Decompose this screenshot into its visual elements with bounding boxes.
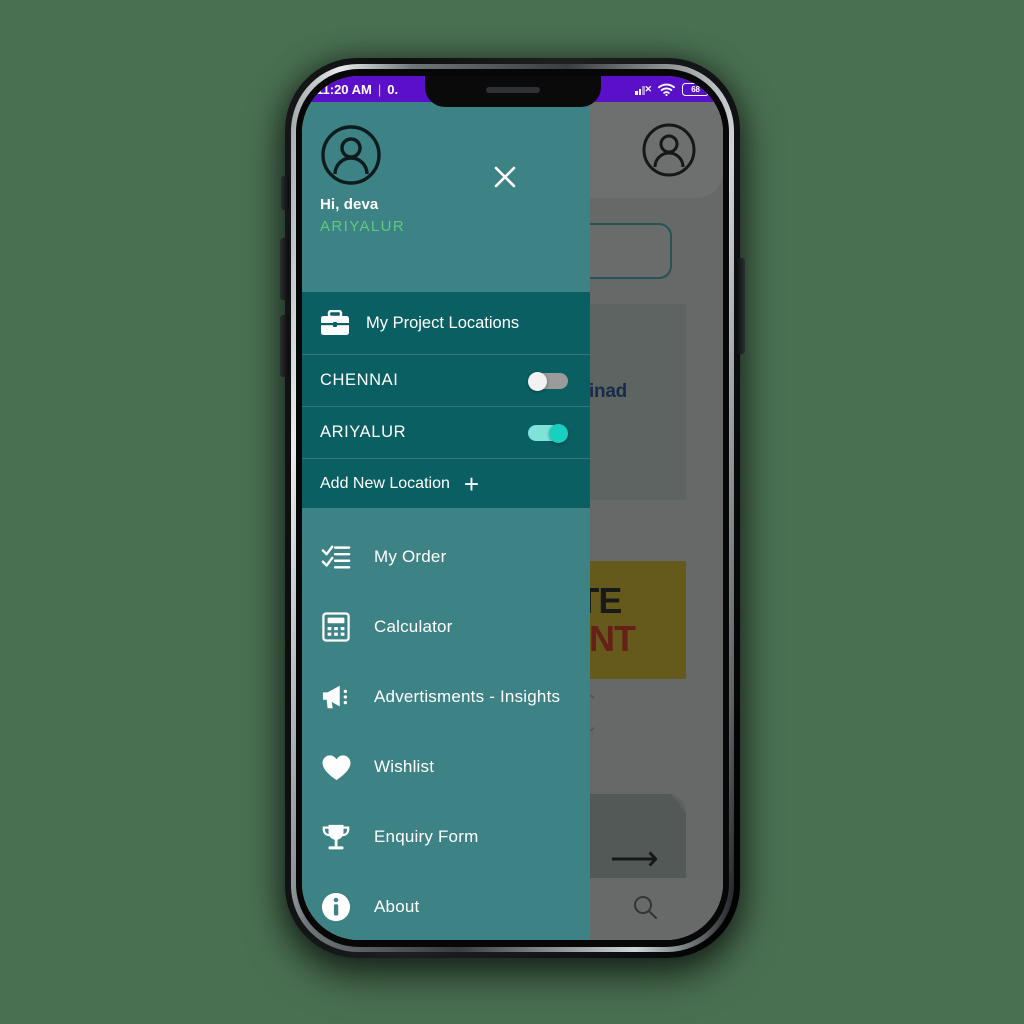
menu-item-my-order[interactable]: My Order	[302, 522, 590, 592]
location-toggle-ariyalur[interactable]	[528, 423, 568, 443]
checklist-icon	[320, 541, 352, 573]
menu-item-label: Advertisments - Insights	[374, 687, 561, 706]
project-locations-title: My Project Locations	[366, 313, 520, 332]
add-new-location-label: Add New Location	[320, 474, 450, 492]
status-bar-time: 11:20 AM	[316, 81, 372, 97]
menu-item-label: My Order	[374, 547, 447, 566]
selected-city-label: ARIYALUR	[320, 218, 406, 235]
info-circle-icon	[320, 891, 352, 923]
status-bar-left: 11:20 AM | 0.	[316, 82, 398, 97]
menu-item-calculator[interactable]: Calculator	[302, 592, 590, 662]
location-name: ARIYALUR	[320, 423, 407, 441]
greeting-text: Hi, deva	[320, 196, 379, 213]
user-avatar-icon[interactable]	[320, 124, 382, 186]
drawer-menu: My Order Calculator Advertisments - Insi…	[302, 508, 590, 940]
signal-no-service-icon: ✕	[635, 83, 652, 95]
wifi-icon	[658, 83, 675, 96]
navigation-drawer: Hi, deva ARIYALUR My Project Locations C…	[302, 102, 590, 940]
phone-volume-up-button[interactable]	[280, 238, 289, 300]
calculator-icon	[320, 611, 352, 643]
menu-item-label: Calculator	[374, 617, 453, 636]
location-toggle-chennai[interactable]	[528, 371, 568, 391]
menu-item-wishlist[interactable]: Wishlist	[302, 732, 590, 802]
phone-notch	[424, 76, 601, 107]
menu-item-label: About	[374, 897, 420, 916]
project-locations-header: My Project Locations	[302, 292, 590, 354]
phone-silent-switch[interactable]	[281, 176, 289, 210]
status-bar-right: ✕ 68	[635, 82, 713, 96]
menu-item-about[interactable]: About	[302, 872, 590, 940]
drawer-header: Hi, deva ARIYALUR	[302, 102, 590, 292]
phone-volume-down-button[interactable]	[280, 315, 289, 377]
heart-icon	[320, 751, 352, 783]
menu-item-label: Wishlist	[374, 757, 435, 776]
menu-item-enquiry-form[interactable]: Enquiry Form	[302, 802, 590, 872]
battery-level: 68	[691, 84, 700, 94]
earpiece-speaker	[485, 87, 540, 93]
location-name: CHENNAI	[320, 371, 399, 389]
status-bar-divider: |	[377, 81, 382, 97]
status-bar-extra: 0.	[387, 81, 399, 97]
location-row-chennai[interactable]: CHENNAI	[302, 354, 590, 406]
menu-item-advertisments-insights[interactable]: Advertisments - Insights	[302, 662, 590, 732]
briefcase-icon	[320, 310, 350, 336]
project-locations-panel: My Project Locations CHENNAI ARIYALUR Ad…	[302, 292, 590, 508]
phone-screen: Chettinad cement Chettinad REGATE ISCOUN…	[302, 76, 723, 940]
toggle-thumb	[549, 423, 568, 443]
page-root: Chettinad cement Chettinad REGATE ISCOUN…	[0, 0, 1024, 1024]
phone-power-button[interactable]	[736, 258, 745, 354]
location-row-ariyalur[interactable]: ARIYALUR	[302, 406, 590, 458]
toggle-thumb	[528, 371, 547, 391]
add-new-location-button[interactable]: Add New Location +	[302, 458, 590, 508]
close-icon[interactable]	[492, 164, 518, 190]
battery-icon: 68	[682, 82, 713, 96]
trophy-icon	[320, 821, 352, 853]
menu-item-label: Enquiry Form	[374, 827, 479, 846]
megaphone-icon	[320, 681, 352, 713]
